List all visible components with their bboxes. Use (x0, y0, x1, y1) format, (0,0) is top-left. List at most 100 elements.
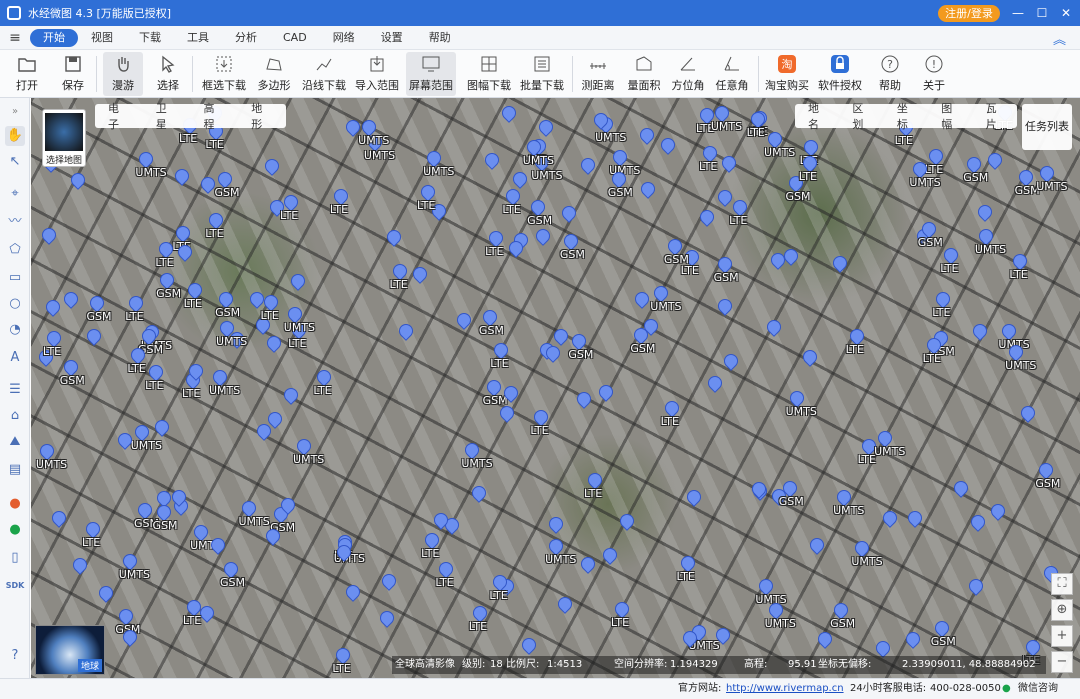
menu-download[interactable]: 下载 (126, 29, 174, 47)
cell-site-marker[interactable] (700, 210, 712, 226)
zoom-in-button[interactable]: + (1051, 625, 1073, 647)
cell-site-marker[interactable] (973, 324, 985, 340)
tab-terrain[interactable]: 地形 (238, 100, 286, 132)
menu-view[interactable]: 视图 (78, 29, 126, 47)
cell-site-marker[interactable] (724, 354, 736, 370)
collapse-ribbon-icon[interactable]: ︽ (1053, 29, 1066, 48)
cell-site-marker[interactable] (978, 205, 990, 221)
rectangle-tool-icon[interactable]: ▭ (5, 268, 25, 288)
cell-site-marker[interactable] (988, 153, 1000, 169)
cell-site-marker[interactable] (771, 253, 783, 269)
green-tool-icon[interactable]: ● (5, 520, 25, 540)
cell-site-marker[interactable] (172, 490, 184, 506)
cell-site-marker[interactable] (876, 641, 888, 657)
cell-site-marker[interactable] (399, 324, 411, 340)
tab-sheets[interactable]: 图幅 (928, 100, 972, 132)
cell-site-marker[interactable] (718, 299, 730, 315)
tab-elevation[interactable]: 高程 (191, 100, 239, 132)
cell-site-marker[interactable] (337, 545, 349, 561)
wechat-consult[interactable]: 微信咨询 (1018, 679, 1058, 699)
cell-site-marker[interactable] (380, 611, 392, 627)
zoom-out-button[interactable]: − (1051, 651, 1073, 673)
cell-site-marker[interactable] (581, 557, 593, 573)
tab-tiles[interactable]: 瓦片 (973, 100, 1017, 132)
cell-site-marker[interactable] (200, 606, 212, 622)
cell-site-marker[interactable] (644, 319, 656, 335)
cell-site-marker[interactable] (118, 433, 130, 449)
minimize-button[interactable]: — (1008, 3, 1028, 23)
azimuth-button[interactable]: 方位角 (670, 52, 706, 96)
cell-site-marker[interactable] (716, 628, 728, 644)
cell-site-marker[interactable] (784, 249, 796, 265)
hand-tool-icon[interactable]: ✋ (5, 126, 25, 146)
cell-site-marker[interactable] (603, 548, 615, 564)
fullscreen-icon[interactable]: ⛶ (1051, 573, 1073, 595)
cell-site-marker[interactable] (594, 113, 606, 129)
menu-start[interactable]: 开始 (30, 28, 78, 47)
cell-site-marker[interactable] (522, 638, 534, 654)
tab-districts[interactable]: 区划 (839, 100, 883, 132)
cell-site-marker[interactable] (346, 585, 358, 601)
menu-network[interactable]: 网络 (320, 29, 368, 47)
cell-site-marker[interactable] (549, 517, 561, 533)
cell-site-marker[interactable] (767, 320, 779, 336)
cell-site-marker[interactable] (413, 267, 425, 283)
cell-site-marker[interactable] (500, 406, 512, 422)
menu-settings[interactable]: 设置 (368, 29, 416, 47)
cell-site-marker[interactable] (268, 412, 280, 428)
cell-site-marker[interactable] (599, 385, 611, 401)
cell-site-marker[interactable] (382, 574, 394, 590)
maximize-button[interactable]: ☐ (1032, 3, 1052, 23)
cell-site-marker[interactable] (818, 632, 830, 648)
save-button[interactable]: 保存 (58, 52, 88, 96)
cell-site-marker[interactable] (641, 182, 653, 198)
sheet-download-button[interactable]: 图幅下载 (464, 52, 514, 96)
cell-site-marker[interactable] (472, 486, 484, 502)
cell-site-marker[interactable] (504, 386, 516, 402)
cell-site-marker[interactable] (457, 313, 469, 329)
menu-analysis[interactable]: 分析 (222, 29, 270, 47)
cell-site-marker[interactable] (284, 388, 296, 404)
locate-icon[interactable]: ⊕ (1051, 599, 1073, 621)
marker-tool-icon[interactable]: ⌖ (5, 184, 25, 204)
cell-site-marker[interactable] (539, 120, 551, 136)
cell-site-marker[interactable] (250, 292, 262, 308)
cell-site-marker[interactable] (502, 106, 514, 122)
cell-site-marker[interactable] (485, 153, 497, 169)
cell-site-marker[interactable] (346, 120, 358, 136)
cell-site-marker[interactable] (155, 420, 167, 436)
circle-tool-icon[interactable]: ○ (5, 294, 25, 314)
cell-site-marker[interactable] (969, 579, 981, 595)
website-link[interactable]: http://www.rivermap.cn (726, 683, 844, 694)
cell-site-marker[interactable] (833, 256, 845, 272)
menu-cad[interactable]: CAD (270, 29, 320, 47)
any-angle-button[interactable]: 任意角 (714, 52, 750, 96)
cell-site-marker[interactable] (281, 498, 293, 514)
cell-site-marker[interactable] (640, 128, 652, 144)
cell-site-marker[interactable] (558, 597, 570, 613)
cell-site-marker[interactable] (42, 228, 54, 244)
cell-site-marker[interactable] (536, 229, 548, 245)
sector-tool-icon[interactable]: ◔ (5, 320, 25, 340)
cell-site-marker[interactable] (562, 206, 574, 222)
cell-site-marker[interactable] (908, 511, 920, 527)
building-tool-icon[interactable]: ⌂ (5, 406, 25, 426)
cell-site-marker[interactable] (52, 511, 64, 527)
cell-site-marker[interactable] (71, 173, 83, 189)
batch-download-button[interactable]: 批量下载 (520, 52, 564, 96)
menu-help[interactable]: 帮助 (416, 29, 464, 47)
close-button[interactable]: ✕ (1056, 3, 1076, 23)
cell-site-marker[interactable] (803, 350, 815, 366)
cell-site-marker[interactable] (581, 158, 593, 174)
cell-site-marker[interactable] (267, 336, 279, 352)
cell-site-marker[interactable] (387, 230, 399, 246)
screen-range-button[interactable]: 屏幕范围 (406, 52, 456, 96)
cell-site-marker[interactable] (954, 481, 966, 497)
polygon-tool-icon[interactable]: ⬠ (5, 240, 25, 260)
import-range-button[interactable]: 导入范围 (355, 52, 399, 96)
cell-site-marker[interactable] (211, 538, 223, 554)
expand-icon[interactable]: » (5, 102, 25, 122)
cell-site-marker[interactable] (810, 538, 822, 554)
measure-distance-button[interactable]: 测距离 (580, 52, 616, 96)
elevation-tool-icon[interactable]: ⛰ (5, 432, 25, 452)
